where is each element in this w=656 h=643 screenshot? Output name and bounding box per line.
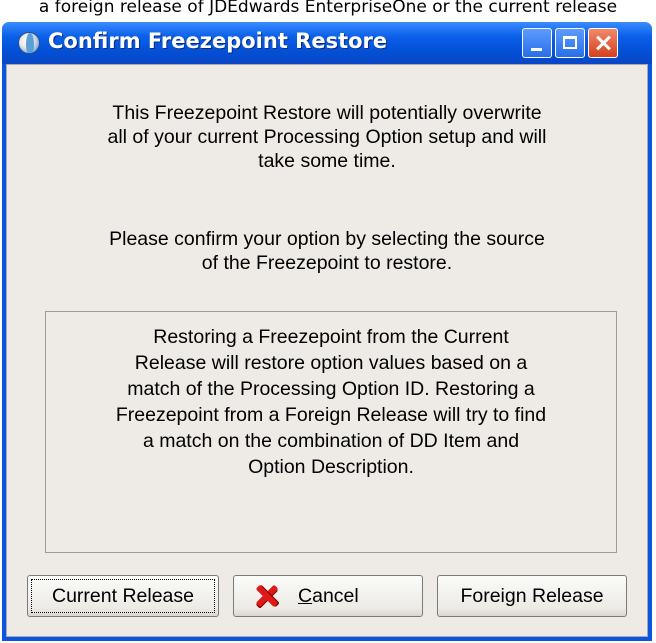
- info-line: a match on the combination of DD Item an…: [142, 430, 520, 452]
- cancel-label: Cancel: [298, 585, 359, 608]
- cancel-mnemonic: C: [298, 584, 313, 607]
- title-bar[interactable]: Confirm Freezepoint Restore: [2, 22, 652, 64]
- foreign-release-button[interactable]: Foreign Release: [437, 575, 627, 617]
- foreign-release-label: Foreign Release: [460, 584, 604, 607]
- cancel-x-icon: [256, 585, 278, 607]
- message-line: This Freezepoint Restore will potentiall…: [112, 102, 542, 124]
- dialog-window: Confirm Freezepoint Restore This Freezep…: [2, 22, 652, 641]
- info-text: Restoring a Freezepoint from the Current…: [60, 324, 602, 480]
- info-panel: Restoring a Freezepoint from the Current…: [45, 311, 617, 553]
- minimize-icon[interactable]: [522, 28, 552, 58]
- confirm-message: Please confirm your option by selecting …: [17, 227, 637, 275]
- current-release-button[interactable]: Current Release: [27, 575, 219, 617]
- close-icon[interactable]: [588, 28, 618, 58]
- warning-message: This Freezepoint Restore will potentiall…: [17, 101, 637, 173]
- message-line: take some time.: [258, 150, 396, 172]
- info-line: Option Description.: [248, 456, 414, 478]
- dialog-body: This Freezepoint Restore will potentiall…: [6, 64, 648, 637]
- cancel-button[interactable]: Cancel: [233, 575, 423, 617]
- background-caption: a foreign release of JDEdwards Enterpris…: [0, 0, 656, 18]
- maximize-icon[interactable]: [555, 28, 585, 58]
- info-line: Freezepoint from a Foreign Release will …: [115, 404, 547, 426]
- window-title: Confirm Freezepoint Restore: [48, 29, 388, 53]
- info-line: Restoring a Freezepoint from the Current: [153, 326, 509, 348]
- message-line: all of your current Processing Option se…: [107, 126, 547, 148]
- info-line: Release will restore option values based…: [134, 352, 528, 374]
- info-line: match of the Processing Option ID. Resto…: [127, 378, 535, 400]
- message-line: Please confirm your option by selecting …: [109, 228, 545, 250]
- focus-ring: [31, 579, 215, 613]
- cancel-label-rest: ancel: [312, 584, 359, 607]
- globe-icon: [18, 32, 40, 54]
- message-line: of the Freezepoint to restore.: [201, 252, 453, 274]
